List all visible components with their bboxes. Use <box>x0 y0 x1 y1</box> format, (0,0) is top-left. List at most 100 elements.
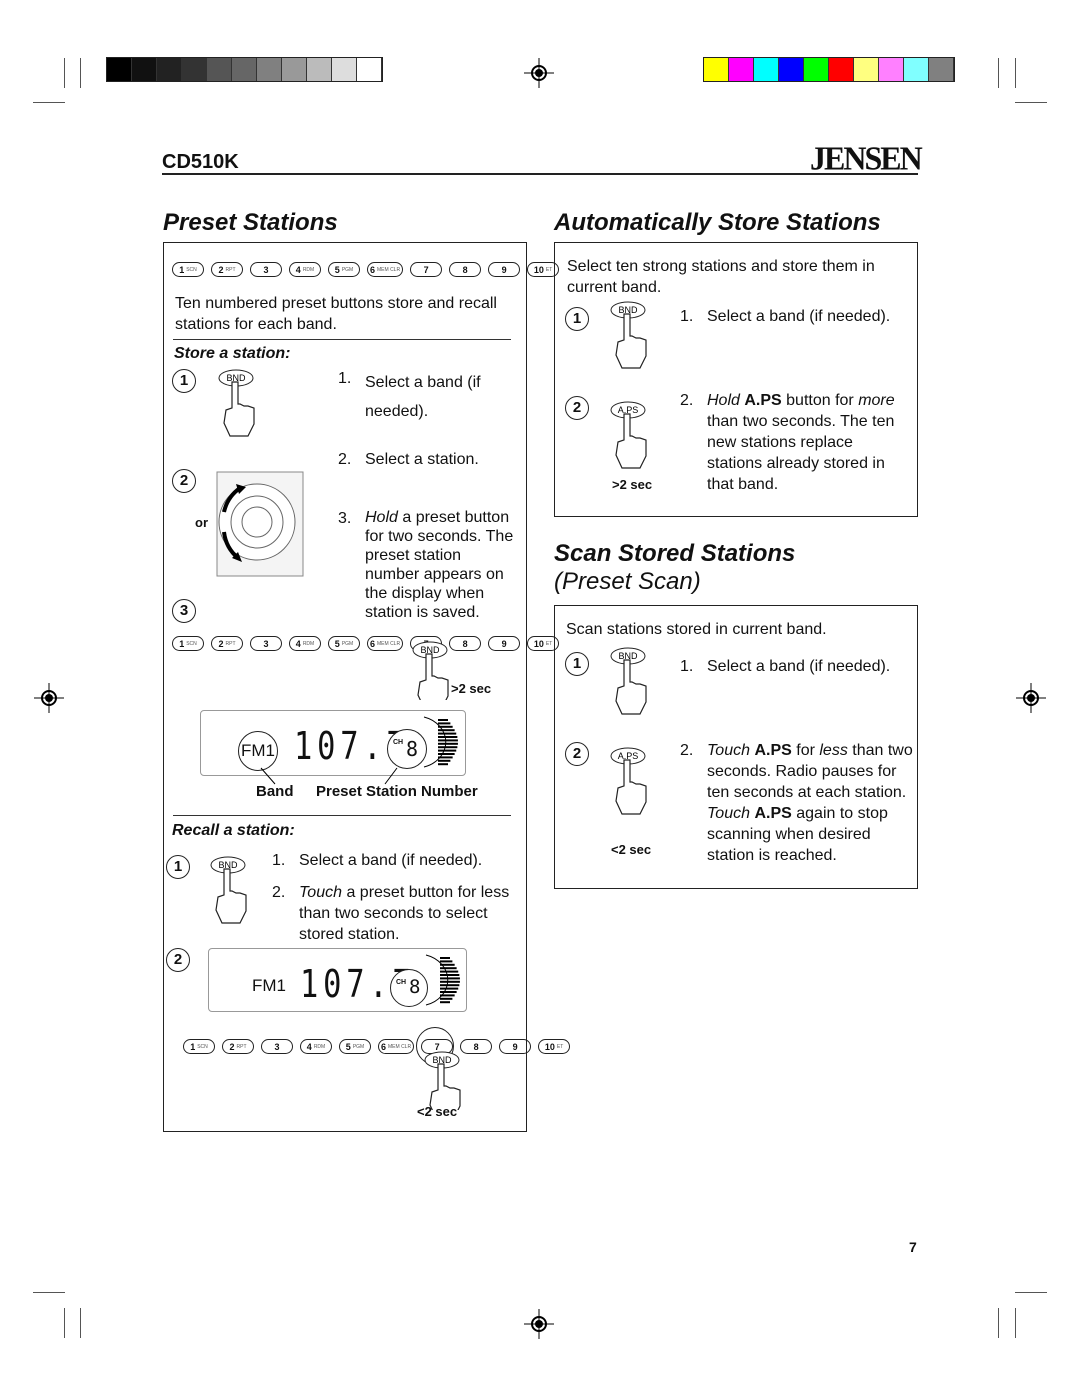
preset-button-9: 9 <box>488 262 521 277</box>
hand-press-bnd-icon: BND <box>610 647 647 715</box>
crop-mark <box>80 1308 81 1338</box>
preset-buttons-row: 1SCN2RPT34RDM5PGM6MEM CLR78910ET <box>172 636 560 651</box>
scan-step-text: Select a band (if needed). <box>707 658 891 675</box>
color-swatch <box>879 58 904 81</box>
crop-mark <box>80 58 81 88</box>
store-step-num: 2. <box>338 451 352 468</box>
gray-swatch <box>307 58 332 81</box>
step-number: 2 <box>565 396 589 420</box>
preset-button-1: 1 SCN <box>172 636 204 651</box>
preset-button-2: 2 RPT <box>222 1039 254 1054</box>
color-swatch <box>729 58 754 81</box>
gray-swatch <box>182 58 207 81</box>
gray-swatch <box>207 58 232 81</box>
color-swatch <box>754 58 779 81</box>
registration-target-icon <box>1016 683 1046 713</box>
band-indicator: FM1 <box>252 976 286 995</box>
scan-intro: Scan stations stored in current band. <box>566 621 827 638</box>
scan-step-num: 2. <box>680 742 694 759</box>
tuning-knob-icon <box>216 471 304 577</box>
store-step-text: Select a band (if needed). <box>365 374 481 420</box>
gray-swatch <box>132 58 157 81</box>
signal-meter-icon <box>423 716 458 768</box>
preset-button-6: 6 MEM CLR <box>367 636 404 651</box>
auto-step-num: 2. <box>680 392 694 409</box>
divider <box>173 339 511 340</box>
scan-step-num: 1. <box>680 658 694 675</box>
auto-step-text: Select a band (if needed). <box>707 308 891 325</box>
preset-button-9: 9 <box>499 1039 532 1054</box>
page-number: 7 <box>909 1239 917 1255</box>
color-swatch <box>854 58 879 81</box>
crop-mark <box>998 1308 999 1338</box>
step-number: 1 <box>565 652 589 676</box>
preset-button-4: 4 RDM <box>289 262 321 277</box>
step-number: 3 <box>172 599 196 623</box>
registration-target-icon <box>34 683 64 713</box>
preset-button-3: 3 <box>261 1039 293 1054</box>
gray-swatch <box>232 58 257 81</box>
crop-mark <box>1015 1292 1047 1293</box>
hold-label: >2 sec <box>451 681 492 696</box>
recall-step-text: Touch a preset button for less than two … <box>299 884 510 943</box>
crop-mark <box>33 102 65 103</box>
hand-touch-preset-icon: BND <box>424 1051 461 1110</box>
scan-step-text: Touch A.PS for less than two seconds. Ra… <box>707 742 913 864</box>
crop-mark <box>1015 58 1016 88</box>
color-swatch <box>804 58 829 81</box>
preset-button-4: 4 RDM <box>300 1039 332 1054</box>
color-swatch <box>904 58 929 81</box>
crop-mark <box>64 1308 65 1338</box>
preset-button-6: 6 MEM CLR <box>378 1039 415 1054</box>
gray-swatch <box>282 58 307 81</box>
color-swatch <box>779 58 804 81</box>
divider <box>173 815 511 816</box>
step-number: 1 <box>565 307 589 331</box>
store-step-text: Hold a preset button for two seconds. Th… <box>365 509 514 621</box>
preset-button-6: 6 MEM CLR <box>367 262 404 277</box>
store-step-text: Select a station. <box>365 451 479 468</box>
store-heading: Store a station: <box>174 345 291 362</box>
step-number: 2 <box>565 742 589 766</box>
store-step-num: 3. <box>338 510 352 527</box>
recall-heading: Recall a station: <box>172 822 295 839</box>
manual-page: CD510K JENSEN Preset Stations 1 SCN 2 RPT 3 4… <box>0 0 1080 1397</box>
color-swatch <box>929 58 954 81</box>
preset-button-5: 5 PGM <box>339 1039 371 1054</box>
gray-swatch <box>357 58 382 81</box>
crop-mark <box>1015 102 1047 103</box>
grayscale-bar <box>106 57 383 82</box>
step-number: 1 <box>166 855 190 879</box>
auto-step-num: 1. <box>680 308 694 325</box>
preset-button-5: 5 PGM <box>328 636 360 651</box>
touch-label: <2 sec <box>417 1104 458 1119</box>
gray-swatch <box>257 58 282 81</box>
preset-button-7: 7 <box>410 262 443 277</box>
registration-target-icon <box>524 58 554 88</box>
gray-swatch <box>332 58 357 81</box>
hand-press-bnd-icon: BND <box>210 856 247 924</box>
preset-button-1: 1 SCN <box>183 1039 215 1054</box>
hand-touch-aps-icon: A.PS <box>610 747 647 815</box>
recall-step-text: Select a band (if needed). <box>299 852 483 869</box>
preset-button-2: 2 RPT <box>211 636 243 651</box>
signal-meter-icon <box>425 954 460 1006</box>
hand-press-bnd-icon: BND <box>218 369 255 437</box>
hand-press-bnd-icon: BND <box>610 301 647 369</box>
gray-swatch <box>157 58 182 81</box>
preset-button-10: 10 ET <box>538 1039 571 1054</box>
preset-intro: Ten numbered preset buttons store and re… <box>175 295 497 333</box>
preset-button-1: 1 SCN <box>172 262 204 277</box>
section-title-preset: Preset Stations <box>163 209 338 236</box>
crop-mark <box>1015 1308 1016 1338</box>
preset-buttons-row: 1SCN2RPT34RDM5PGM6MEM CLR78910ET <box>183 1039 571 1054</box>
color-bar <box>703 57 955 82</box>
step-number: 2 <box>172 469 196 493</box>
section-title-auto: Automatically Store Stations <box>554 209 881 236</box>
auto-intro: Select ten strong stations and store the… <box>567 258 875 296</box>
color-swatch <box>829 58 854 81</box>
recall-step-num: 1. <box>272 852 286 869</box>
store-step-num: 1. <box>338 370 352 387</box>
band-indicator: FM1 <box>238 731 278 771</box>
auto-step-text: Hold A.PS button for more than two secon… <box>707 392 895 493</box>
